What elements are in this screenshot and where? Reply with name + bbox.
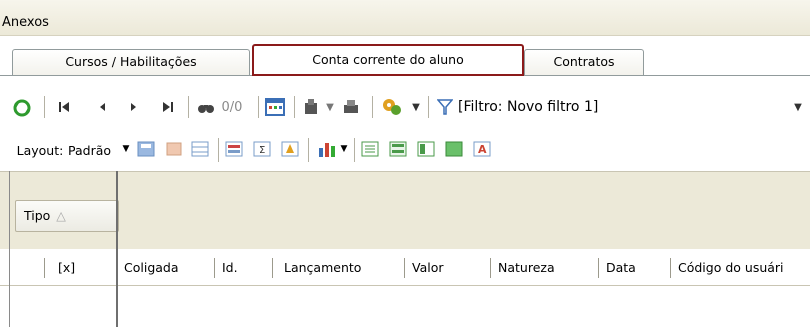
- tab-cursos-habilitacoes[interactable]: Cursos / Habilitações: [12, 49, 250, 75]
- last-record-icon[interactable]: [160, 99, 176, 115]
- tab-conta-corrente[interactable]: Conta corrente do aluno: [252, 44, 524, 76]
- layout-label: Layout:: [16, 142, 64, 158]
- view-list-icon[interactable]: [360, 140, 380, 158]
- save-layout-icon[interactable]: [136, 140, 156, 158]
- prev-record-icon[interactable]: [94, 99, 110, 115]
- column-header-data[interactable]: Data: [600, 249, 666, 286]
- search-icon[interactable]: [196, 98, 216, 116]
- grid-icon[interactable]: [264, 97, 286, 117]
- tab-label: Contratos: [553, 54, 615, 69]
- column-header-lancamento[interactable]: Lançamento: [278, 249, 402, 286]
- next-record-icon[interactable]: [126, 99, 142, 115]
- chart-dropdown-icon[interactable]: ▼: [338, 140, 350, 158]
- tab-contratos[interactable]: Contratos: [524, 49, 644, 75]
- attach-dropdown-icon[interactable]: ▼: [324, 99, 336, 115]
- selection-column-border: [116, 171, 118, 327]
- record-counter: 0/0: [221, 99, 243, 115]
- group-button-label: Tipo: [24, 208, 51, 223]
- delete-layout-icon[interactable]: [164, 140, 184, 158]
- toolbar-separator: [372, 96, 373, 118]
- column-separator: [404, 258, 405, 278]
- print-icon[interactable]: [340, 97, 362, 117]
- svg-text:Σ: Σ: [259, 145, 265, 156]
- columns-icon[interactable]: [224, 140, 244, 158]
- column-header-codigo-usuario[interactable]: Código do usuári: [672, 249, 810, 286]
- view-card-icon[interactable]: [444, 140, 464, 158]
- column-header-coligada[interactable]: Coligada: [118, 249, 214, 286]
- toolbar-separator: [308, 138, 309, 162]
- column-separator: [670, 258, 671, 278]
- chart-icon[interactable]: [316, 139, 338, 159]
- column-header-valor[interactable]: Valor: [406, 249, 486, 286]
- filter-icon[interactable]: [436, 97, 454, 117]
- tab-label: Cursos / Habilitações: [65, 54, 197, 69]
- column-separator: [490, 258, 491, 278]
- navigation-toolbar: 0/0 ▼ ▼ [Filtro: Novo filtro 1] ▼: [0, 86, 810, 128]
- column-separator: [214, 258, 215, 278]
- tab-label: Conta corrente do aluno: [312, 52, 464, 67]
- column-header-id[interactable]: Id.: [216, 249, 270, 286]
- refresh-icon[interactable]: [12, 98, 32, 118]
- tab-strip: Cursos / Habilitações Conta corrente do …: [0, 36, 810, 86]
- process-icon[interactable]: [380, 96, 404, 118]
- toolbar-separator: [354, 138, 355, 162]
- column-separator: [272, 258, 273, 278]
- group-by-tipo-button[interactable]: Tipo △: [15, 200, 119, 232]
- column-separator: [598, 258, 599, 278]
- layout-dropdown-icon[interactable]: ▼: [120, 140, 132, 158]
- column-header-x[interactable]: [x]: [52, 249, 112, 286]
- layout-grid-icon[interactable]: [190, 140, 210, 158]
- filter-label[interactable]: [Filtro: Novo filtro 1]: [458, 97, 778, 117]
- format-icon[interactable]: [280, 140, 300, 158]
- grid-left-border: [9, 171, 10, 327]
- view-detail-icon[interactable]: [388, 140, 408, 158]
- group-by-area: Tipo △: [0, 171, 810, 249]
- window-title: Anexos: [2, 15, 49, 30]
- process-dropdown-icon[interactable]: ▼: [410, 99, 422, 115]
- toolbar-separator: [218, 138, 219, 162]
- toolbar-separator: [294, 96, 295, 118]
- grid-body[interactable]: [0, 286, 810, 327]
- view-form-icon[interactable]: [416, 140, 436, 158]
- toolbar-separator: [44, 96, 45, 118]
- first-record-icon[interactable]: [56, 99, 72, 115]
- column-header-natureza[interactable]: Natureza: [492, 249, 596, 286]
- filter-dropdown-icon[interactable]: ▼: [792, 99, 804, 115]
- toolbar-separator: [258, 96, 259, 118]
- layout-toolbar: Layout: Padrão ▼ Σ ▼ A: [0, 128, 810, 171]
- grid-header-row: [x] Coligada Id. Lançamento Valor Nature…: [0, 249, 810, 286]
- sort-ascending-icon: △: [56, 208, 66, 223]
- font-icon[interactable]: A: [472, 140, 492, 158]
- window-title-bar: Anexos: [0, 0, 810, 36]
- svg-text:A: A: [478, 143, 487, 156]
- layout-select[interactable]: Padrão: [68, 139, 122, 161]
- toolbar-separator: [428, 96, 429, 118]
- toolbar-separator: [188, 96, 189, 118]
- attach-icon[interactable]: [300, 97, 322, 117]
- summary-icon[interactable]: Σ: [252, 140, 272, 158]
- column-separator: [44, 258, 45, 278]
